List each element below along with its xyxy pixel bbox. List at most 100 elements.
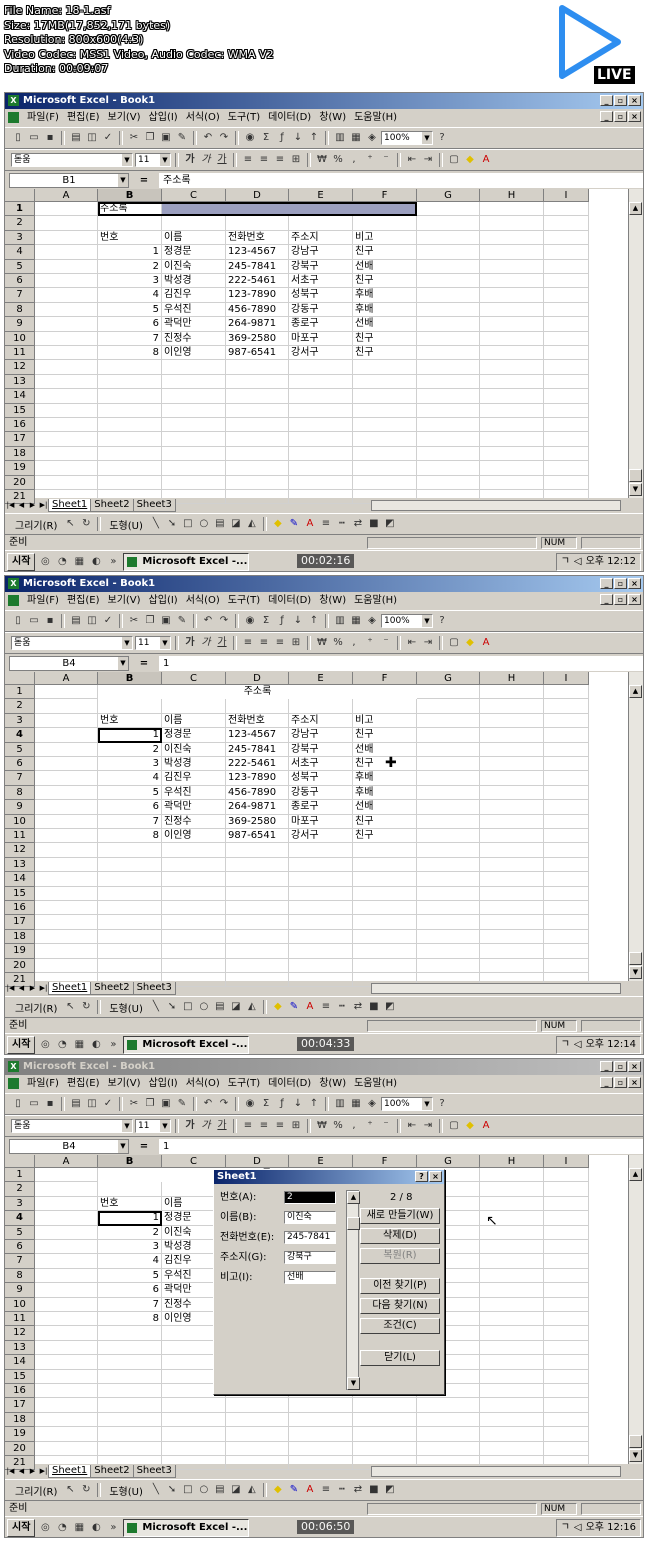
cell[interactable]: [417, 418, 480, 433]
draw-menu-label[interactable]: 그리기(R): [11, 1000, 61, 1015]
cell[interactable]: [226, 1441, 289, 1456]
cell[interactable]: [226, 843, 289, 858]
column-header[interactable]: B: [98, 189, 162, 202]
percent-button[interactable]: %: [331, 1119, 345, 1133]
draw-menu-label[interactable]: 그리기(R): [11, 517, 61, 532]
cell[interactable]: [35, 259, 98, 274]
menu-item[interactable]: 삽입(I): [145, 1075, 182, 1093]
cell[interactable]: [35, 331, 98, 346]
scroll-up-icon[interactable]: ▲: [629, 202, 642, 215]
spelling-icon[interactable]: ✓: [101, 614, 115, 628]
form-field-input[interactable]: 선배: [284, 1271, 336, 1284]
decrease-decimal-icon[interactable]: ⁻: [379, 636, 393, 650]
record-scrollbar[interactable]: ▲ ▼: [346, 1190, 360, 1390]
cell[interactable]: [544, 475, 589, 490]
line-color-icon[interactable]: ✎: [287, 1483, 301, 1497]
scroll-down-icon[interactable]: ▼: [629, 483, 642, 496]
pointer-icon[interactable]: ↖: [63, 1483, 77, 1497]
cell[interactable]: [480, 446, 544, 462]
comma-button[interactable]: ,: [347, 153, 361, 167]
menu-item[interactable]: 도움말(H): [350, 1075, 401, 1093]
oval-icon[interactable]: ○: [197, 1483, 211, 1497]
table-row-cell[interactable]: 5: [98, 302, 162, 318]
desktop-icon[interactable]: ▦: [72, 1038, 86, 1052]
cell[interactable]: [353, 857, 417, 873]
cell[interactable]: [35, 1384, 98, 1399]
cell[interactable]: [98, 389, 162, 404]
row-header[interactable]: 18: [5, 1412, 35, 1428]
cell[interactable]: [35, 886, 98, 901]
cell[interactable]: [544, 1412, 589, 1428]
hyperlink-icon[interactable]: ◉: [243, 131, 257, 145]
rotate-icon[interactable]: ↻: [79, 1000, 93, 1014]
cell[interactable]: [353, 461, 417, 476]
row-header[interactable]: 4: [5, 245, 35, 260]
cell[interactable]: [544, 360, 589, 375]
cell[interactable]: [162, 886, 226, 901]
increase-decimal-icon[interactable]: ⁺: [363, 153, 377, 167]
zoom-select[interactable]: 100% ▼: [381, 614, 433, 628]
scroll-up-icon[interactable]: ▲: [347, 1191, 360, 1204]
cell[interactable]: [353, 915, 417, 930]
align-left-icon[interactable]: ≡: [241, 1119, 255, 1133]
table-row-cell[interactable]: 8: [98, 1312, 162, 1327]
cell[interactable]: [417, 814, 480, 829]
cell[interactable]: [226, 360, 289, 375]
menu-item[interactable]: 보기(V): [104, 109, 145, 127]
cell[interactable]: [544, 1441, 589, 1456]
table-row-cell[interactable]: 강동구: [289, 302, 353, 318]
cell[interactable]: [98, 1398, 162, 1413]
cut-icon[interactable]: ✂: [127, 614, 141, 628]
3d-icon[interactable]: ◩: [383, 1483, 397, 1497]
cell[interactable]: [480, 230, 544, 246]
menu-item[interactable]: 파일(F): [23, 592, 63, 610]
row-header[interactable]: 17: [5, 432, 35, 447]
cell[interactable]: [35, 389, 98, 404]
function-icon[interactable]: ƒ: [275, 614, 289, 628]
table-row-cell[interactable]: 245-7841: [226, 259, 289, 274]
close-button[interactable]: ×: [628, 1061, 641, 1072]
align-center-icon[interactable]: ≡: [257, 636, 271, 650]
sheet-tab[interactable]: Sheet2: [90, 981, 134, 995]
cell[interactable]: [480, 346, 544, 361]
cell[interactable]: [162, 857, 226, 873]
cell[interactable]: [544, 1297, 589, 1312]
cell[interactable]: [480, 915, 544, 930]
scroll-thumb[interactable]: [629, 952, 642, 965]
cell[interactable]: [417, 872, 480, 887]
new-icon[interactable]: ▯: [11, 614, 25, 628]
cell[interactable]: [226, 915, 289, 930]
column-header[interactable]: D: [226, 1155, 289, 1168]
row-header[interactable]: 20: [5, 958, 35, 973]
oval-icon[interactable]: ○: [197, 517, 211, 531]
print-icon[interactable]: ▤: [69, 1097, 83, 1111]
save-icon[interactable]: ▪: [43, 131, 57, 145]
table-row-cell[interactable]: 후배: [353, 288, 417, 303]
cell[interactable]: [417, 216, 480, 231]
dialog-button[interactable]: 이전 찾기(P): [360, 1278, 440, 1294]
cell[interactable]: [226, 929, 289, 945]
volume-icon[interactable]: ◁: [574, 1520, 582, 1536]
row-header[interactable]: 2: [5, 1182, 35, 1197]
cell[interactable]: [417, 202, 480, 217]
outlook-icon[interactable]: ◔: [55, 1521, 69, 1535]
preview-icon[interactable]: ◫: [85, 1097, 99, 1111]
cell[interactable]: [162, 843, 226, 858]
row-header[interactable]: 3: [5, 713, 35, 729]
cell[interactable]: [289, 432, 353, 447]
cell[interactable]: [162, 872, 226, 887]
cell[interactable]: [98, 461, 162, 476]
font-color-icon[interactable]: A: [479, 636, 493, 650]
cell[interactable]: [417, 288, 480, 303]
vertical-scrollbar[interactable]: ▲ ▼: [628, 1155, 643, 1464]
cell[interactable]: [226, 418, 289, 433]
cell[interactable]: [544, 800, 589, 815]
borders-icon[interactable]: ▢: [447, 153, 461, 167]
column-header[interactable]: C: [162, 189, 226, 202]
cell[interactable]: [289, 1427, 353, 1442]
table-row-cell[interactable]: 123-4567: [226, 245, 289, 260]
cell[interactable]: [480, 374, 544, 390]
column-header[interactable]: C: [162, 672, 226, 685]
cell[interactable]: [480, 202, 544, 217]
cell[interactable]: [544, 245, 589, 260]
